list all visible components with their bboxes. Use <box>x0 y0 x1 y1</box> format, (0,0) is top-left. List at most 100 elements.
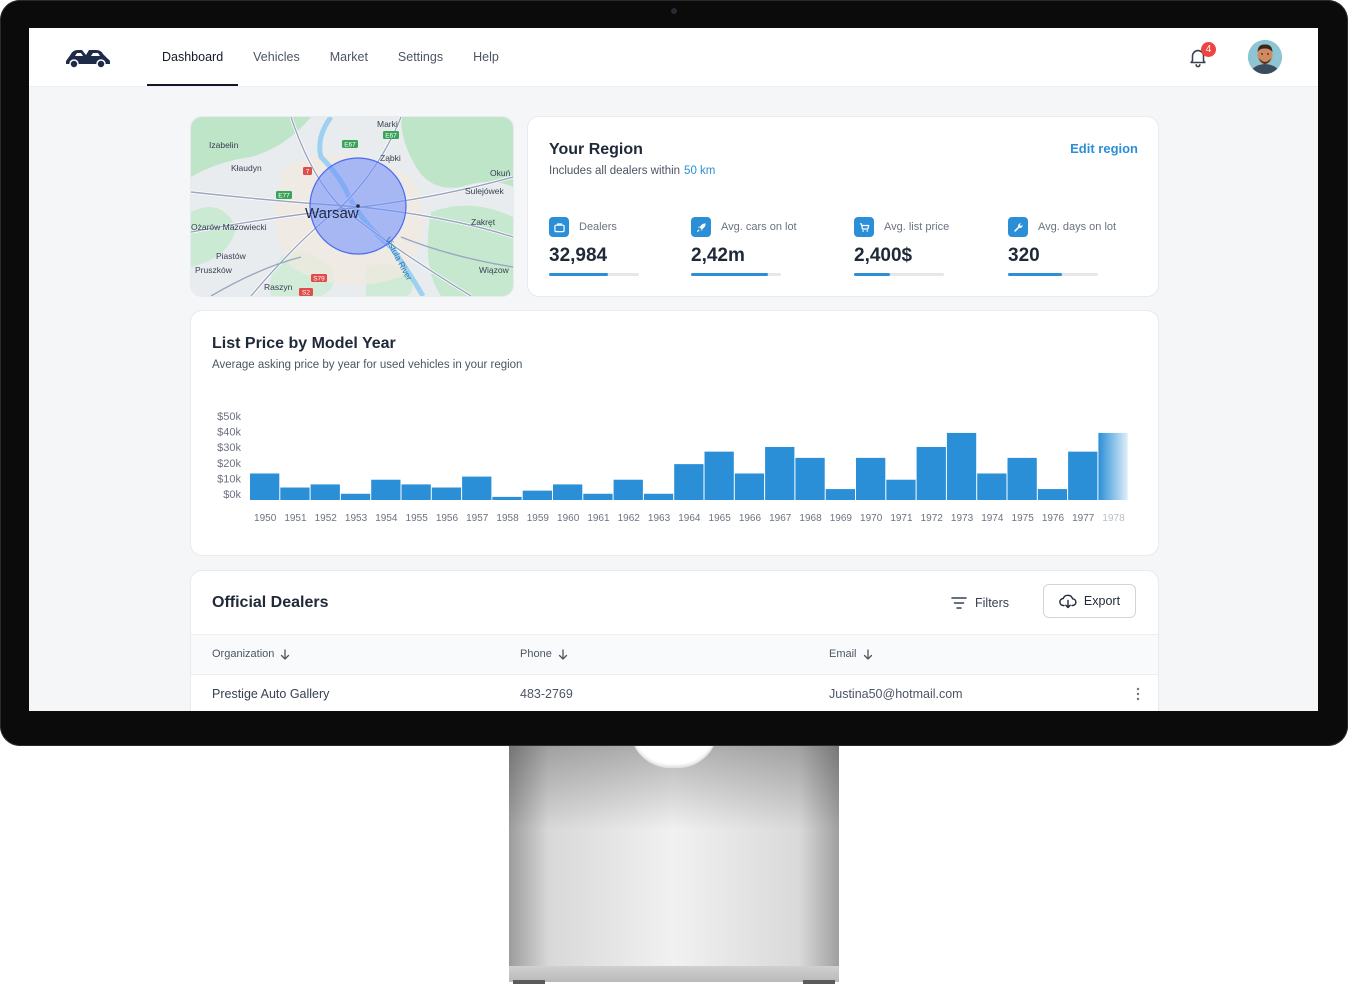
chart-bar-1955[interactable] <box>401 484 431 500</box>
arrow-down-icon <box>281 648 290 660</box>
export-label: Export <box>1083 594 1121 608</box>
tab-settings[interactable]: Settings <box>383 28 458 86</box>
chart-bar-1961[interactable] <box>583 493 613 500</box>
stat-label: Avg. days on lot <box>1038 221 1117 233</box>
arrow-down-icon <box>863 648 872 660</box>
x-tick-label: 1963 <box>648 513 671 524</box>
chart-bar-1958[interactable] <box>492 496 522 500</box>
chart-bar-1966[interactable] <box>734 473 765 500</box>
chart-bar-1954[interactable] <box>371 479 401 500</box>
stat-value: 32,984 <box>549 245 608 266</box>
x-tick-label: 1959 <box>527 513 550 524</box>
stat-progress-fill <box>1008 273 1062 276</box>
y-tick-label: $50k <box>217 411 241 423</box>
chart-bar-1956[interactable] <box>431 487 462 500</box>
chart-bar-1959[interactable] <box>522 490 552 500</box>
export-button[interactable]: Export <box>1043 584 1136 618</box>
cell-phone: 483-2769 <box>520 687 573 701</box>
chart-bar-1951[interactable] <box>280 487 310 500</box>
chart-bar-1973[interactable] <box>946 432 977 500</box>
x-tick-label: 1962 <box>618 513 641 524</box>
chart-bar-1957[interactable] <box>462 476 492 500</box>
filter-lines-icon <box>951 597 967 609</box>
column-header-phone[interactable]: Phone <box>520 648 568 660</box>
x-tick-label: 1970 <box>860 513 883 524</box>
map-place-label: Raszyn <box>264 282 293 292</box>
x-tick-label: 1958 <box>496 513 519 524</box>
nav-tabs: Dashboard Vehicles Market Settings Help <box>147 28 514 86</box>
rocket-icon <box>691 217 711 237</box>
x-tick-label: 1952 <box>315 513 338 524</box>
stat-progress-fill <box>691 273 768 276</box>
x-tick-label: 1965 <box>709 513 732 524</box>
user-avatar[interactable] <box>1248 40 1282 74</box>
map-place-label: Marki <box>377 119 398 129</box>
road-badge: 7 <box>306 169 310 176</box>
chart-bar-1975[interactable] <box>1007 457 1037 500</box>
road-badge: S2 <box>302 290 310 297</box>
x-tick-label: 1954 <box>375 513 398 524</box>
filters-button[interactable]: Filters <box>951 593 1009 613</box>
price-by-year-card: List Price by Model Year Average asking … <box>190 310 1159 556</box>
edit-region-link[interactable]: Edit region <box>1070 141 1138 156</box>
chart-bar-1963[interactable] <box>643 493 674 500</box>
chart-bar-1971[interactable] <box>886 479 916 500</box>
region-subtitle: Includes all dealers within 50 km <box>549 165 715 177</box>
x-tick-label: 1956 <box>436 513 459 524</box>
x-tick-label: 1966 <box>739 513 762 524</box>
chart-bar-1977[interactable] <box>1068 451 1098 500</box>
chart-bar-1972[interactable] <box>916 446 946 500</box>
region-map[interactable]: E67 E67 7 E77 S79 S2 Marki Izabelin Ząbk… <box>190 116 514 297</box>
tab-vehicles[interactable]: Vehicles <box>238 28 315 86</box>
chart-bar-1950[interactable] <box>250 473 280 500</box>
chart-bar-1974[interactable] <box>977 473 1007 500</box>
road-badge: S79 <box>313 276 325 283</box>
stat-avg-list-price: Avg. list price 2,400$ <box>854 217 949 276</box>
tab-dashboard[interactable]: Dashboard <box>147 28 239 86</box>
column-header-organization[interactable]: Organization <box>212 648 290 660</box>
region-subtitle-text: Includes all dealers within <box>549 165 681 177</box>
x-tick-label: 1960 <box>557 513 580 524</box>
stat-value: 2,400$ <box>854 245 913 266</box>
map-place-label: Zakręt <box>471 217 496 227</box>
x-tick-label: 1964 <box>678 513 701 524</box>
webcam-dot <box>671 8 677 14</box>
row-actions-button[interactable] <box>1136 687 1140 706</box>
x-tick-label: 1975 <box>1012 513 1035 524</box>
x-tick-label: 1957 <box>466 513 489 524</box>
tab-help[interactable]: Help <box>458 28 514 86</box>
chart-bar-1964[interactable] <box>674 464 704 500</box>
road-badge: E77 <box>278 193 290 200</box>
chart-bar-1967[interactable] <box>765 446 795 500</box>
x-tick-label: 1978 <box>1102 513 1125 524</box>
brand-logo[interactable] <box>63 45 113 74</box>
official-dealers-card: Official Dealers Filters Export Organiza… <box>190 570 1159 711</box>
map-place-label: Izabelin <box>209 140 239 150</box>
y-tick-label: $0k <box>223 489 241 501</box>
chart-bar-1965[interactable] <box>704 451 734 500</box>
y-tick-label: $30k <box>217 442 241 454</box>
y-tick-label: $40k <box>217 427 241 439</box>
table-row[interactable]: Prestige Auto Gallery 483-2769 Justina50… <box>191 674 1158 711</box>
chart-bar-1970[interactable] <box>856 457 886 500</box>
tab-market[interactable]: Market <box>315 28 383 86</box>
chart-bar-1968[interactable] <box>795 457 825 500</box>
map-place-label: Wiązow <box>479 265 510 275</box>
x-tick-label: 1971 <box>890 513 913 524</box>
road-badge: E67 <box>344 142 356 149</box>
column-header-label: Email <box>829 648 857 660</box>
chart-bar-1976[interactable] <box>1037 489 1068 500</box>
chart-bar-1969[interactable] <box>825 489 855 500</box>
chart-bar-1953[interactable] <box>340 493 371 500</box>
chart-bar-1962[interactable] <box>613 479 643 500</box>
map-place-label: Sulejówek <box>465 186 504 196</box>
map-place-label: Okuń <box>490 168 511 178</box>
chart-bar-1960[interactable] <box>553 484 583 500</box>
map-city-label: Warsaw <box>305 205 359 222</box>
stat-label: Dealers <box>579 221 617 233</box>
price-bar-chart: $50k $40k $30k $20k $10k $0k 1950 1951 1952 1953 1… <box>217 411 1128 524</box>
column-header-email[interactable]: Email <box>829 648 873 660</box>
chart-bar-1952[interactable] <box>310 484 340 500</box>
stat-progress-track <box>549 273 639 276</box>
chart-bar-1978[interactable] <box>1098 432 1128 500</box>
